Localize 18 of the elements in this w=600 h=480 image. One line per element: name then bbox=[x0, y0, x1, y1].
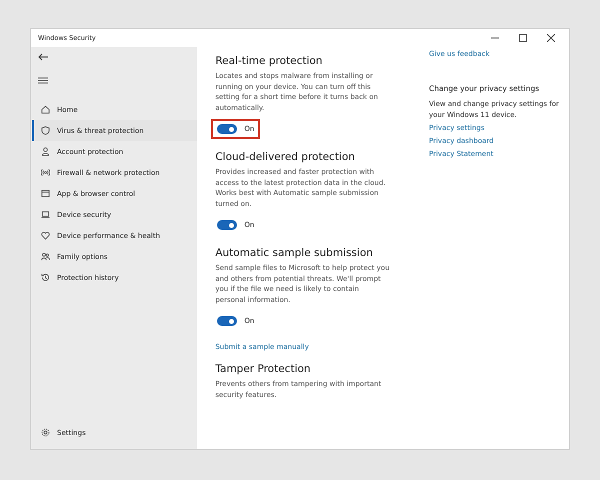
section-heading: Real-time protection bbox=[215, 55, 322, 67]
people-icon bbox=[41, 252, 50, 261]
home-icon bbox=[41, 105, 50, 114]
close-icon[interactable] bbox=[547, 34, 555, 42]
menu-icon[interactable] bbox=[38, 77, 48, 84]
heart-icon bbox=[41, 231, 50, 240]
laptop-icon bbox=[41, 210, 50, 219]
back-arrow-icon[interactable] bbox=[38, 53, 48, 61]
shield-icon bbox=[41, 126, 50, 135]
section-heading: Automatic sample submission bbox=[215, 247, 373, 259]
section-heading: Tamper Protection bbox=[215, 363, 311, 375]
section-heading: Cloud-delivered protection bbox=[215, 151, 355, 163]
settings-icon bbox=[41, 428, 50, 437]
person-icon bbox=[41, 147, 50, 156]
maximize-icon[interactable] bbox=[519, 34, 527, 42]
wifi-icon bbox=[41, 168, 50, 177]
history-icon bbox=[41, 273, 50, 282]
window-icon bbox=[41, 189, 50, 198]
